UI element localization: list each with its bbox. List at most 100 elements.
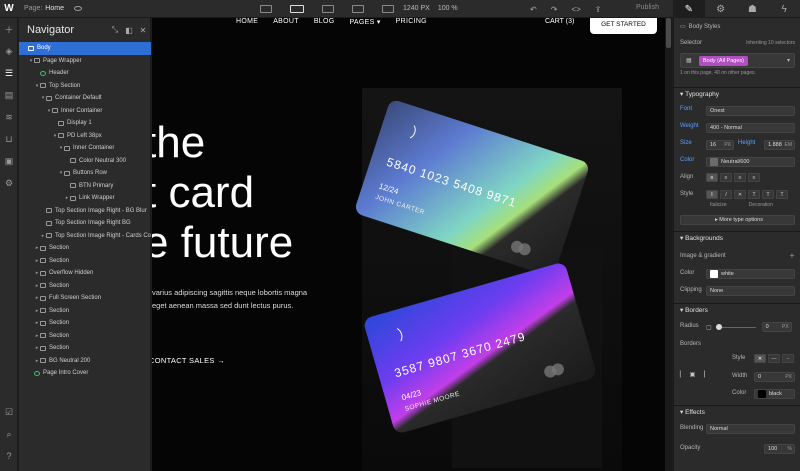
selector-menu-icon[interactable]: ▦	[686, 57, 692, 64]
ecommerce-cart-icon[interactable]: ⊔	[0, 128, 18, 150]
navigator-item[interactable]: ▸ BG Neutral 200	[19, 355, 151, 368]
clipping-select[interactable]: None	[706, 286, 795, 296]
navigator-item[interactable]: ▸ Full Screen Section	[19, 292, 151, 305]
navigator-item[interactable]: Color Neutral 300	[19, 155, 151, 168]
nav-link-about[interactable]: ABOUT	[273, 18, 299, 32]
border-all-icon[interactable]: ▣	[690, 371, 696, 378]
navigator-item[interactable]: ▸ Section	[19, 317, 151, 330]
contact-sales-link[interactable]: CONTACT SALES →	[152, 356, 225, 365]
breakpoint-desktop-icon[interactable]	[290, 5, 304, 13]
radius-input[interactable]: 0 PX	[761, 322, 792, 332]
inheriting-selectors-link[interactable]: Inheriting 10 selectors	[746, 40, 795, 46]
selector-chip[interactable]: Body (All Pages)	[699, 56, 748, 66]
selector-field[interactable]: ▦ Body (All Pages) ▾	[680, 53, 795, 68]
chevron-down-icon[interactable]: ▾	[787, 57, 790, 64]
weight-select[interactable]: 400 - Normal	[706, 123, 795, 133]
navigator-item[interactable]: Page Intro Cover	[19, 367, 151, 380]
assets-icon[interactable]: ▣	[0, 150, 18, 172]
breakpoint-mobile-icon[interactable]	[382, 5, 394, 13]
navigator-item[interactable]: ▸ Top Section Image Right - Cards Co	[19, 230, 151, 243]
align-justify-icon[interactable]: ≡	[748, 173, 760, 182]
navigator-item[interactable]: Body	[19, 42, 151, 55]
nav-link-home[interactable]: HOME	[236, 18, 258, 32]
dock-icon[interactable]: ◧	[122, 26, 136, 35]
navigator-item[interactable]: Header	[19, 67, 151, 80]
help-icon[interactable]: ?	[0, 445, 18, 467]
overline-icon[interactable]: T	[776, 190, 788, 199]
style-tab-brush-icon[interactable]: ✎	[673, 0, 705, 18]
borders-section-header[interactable]: ▾ Borders	[674, 303, 800, 316]
settings-tab-gear-icon[interactable]: ⚙	[705, 0, 737, 18]
breakpoint-large-icon[interactable]	[260, 5, 272, 13]
radius-all-icon[interactable]: ▢	[706, 324, 712, 331]
navigator-item[interactable]: ▾ Inner Container	[19, 105, 151, 118]
border-left-icon[interactable]: ▏	[680, 371, 685, 378]
code-icon[interactable]: <>	[571, 5, 580, 14]
bg-color-field[interactable]: white	[706, 269, 795, 279]
navigator-item[interactable]: Top Section Image Right BG	[19, 217, 151, 230]
audit-check-icon[interactable]: ☑	[0, 401, 18, 423]
navigator-item[interactable]: Top Section Image Right - BG Blur	[19, 205, 151, 218]
navigator-item[interactable]: ▸ Section	[19, 242, 151, 255]
height-input[interactable]: 1.888 EM	[764, 140, 795, 150]
navigator-item[interactable]: ▾ Inner Container	[19, 142, 151, 155]
more-type-options-button[interactable]: ▸ More type options	[680, 215, 795, 225]
nav-link-pricing[interactable]: PRICING	[396, 18, 427, 32]
italic-on-icon[interactable]: I	[720, 190, 732, 199]
webflow-logo-icon[interactable]: W	[0, 0, 18, 18]
underline-icon[interactable]: T	[762, 190, 774, 199]
undo-icon[interactable]: ↶	[530, 5, 537, 14]
redo-icon[interactable]: ↷	[551, 5, 558, 14]
canvas-scrollbar[interactable]	[665, 18, 672, 471]
page-selector[interactable]: Home	[45, 5, 64, 12]
align-left-icon[interactable]: ≡	[706, 173, 718, 182]
navigator-item[interactable]: ▸ Link Wrapper	[19, 192, 151, 205]
navigator-item[interactable]: ▸ Section	[19, 342, 151, 355]
decoration-none-icon[interactable]: ✕	[734, 190, 746, 199]
design-canvas[interactable]: HOME ABOUT BLOG PAGES ▾ PRICING CART (3)…	[152, 18, 672, 471]
navigator-item[interactable]: ▸ Section	[19, 305, 151, 318]
navigator-item[interactable]: BTN Primary	[19, 180, 151, 193]
interactions-tab-bolt-icon[interactable]: ϟ	[768, 0, 800, 18]
navigator-item[interactable]: Display 1	[19, 117, 151, 130]
search-icon[interactable]: ⌕	[0, 423, 18, 445]
blending-select[interactable]: Normal	[706, 424, 795, 434]
preview-eye-icon[interactable]	[73, 6, 82, 11]
opacity-input[interactable]: 100%	[764, 444, 795, 454]
scrollbar-thumb[interactable]	[666, 18, 671, 48]
navigator-item[interactable]: ▸ Section	[19, 280, 151, 293]
border-right-icon[interactable]: ▕	[700, 371, 705, 378]
typography-section-header[interactable]: ▾ Typography	[674, 87, 800, 100]
nav-link-blog[interactable]: BLOG	[314, 18, 335, 32]
navigator-item[interactable]: ▸ Section	[19, 330, 151, 343]
navigator-item[interactable]: ▸ Overflow Hidden	[19, 267, 151, 280]
border-color-field[interactable]: black	[754, 389, 795, 399]
close-icon[interactable]: ✕	[136, 26, 150, 35]
align-right-icon[interactable]: ≡	[734, 173, 746, 182]
border-dashed-icon[interactable]: ┄	[782, 354, 794, 363]
share-icon[interactable]: ⇪	[595, 5, 602, 14]
border-none-icon[interactable]: ✕	[754, 354, 766, 363]
navigator-icon[interactable]: ☰	[0, 62, 18, 84]
effects-section-header[interactable]: ▾ Effects	[674, 405, 800, 418]
navigator-item[interactable]: ▾ PD Left 38px	[19, 130, 151, 143]
navigator-item[interactable]: ▸ Section	[19, 255, 151, 268]
align-center-icon[interactable]: ≡	[720, 173, 732, 182]
font-select[interactable]: Onest	[706, 106, 795, 116]
breakpoint-tablet-icon[interactable]	[322, 5, 334, 13]
navigator-item[interactable]: ▾ Buttons Row	[19, 167, 151, 180]
breakpoint-landscape-icon[interactable]	[352, 5, 364, 13]
border-width-input[interactable]: 0 PX	[754, 372, 795, 382]
cms-icon[interactable]: ≋	[0, 106, 18, 128]
publish-button[interactable]: Publish	[636, 4, 659, 11]
strikethrough-icon[interactable]: T	[748, 190, 760, 199]
settings-gear-icon[interactable]: ⚙	[0, 172, 18, 194]
navigator-item[interactable]: ▾ Page Wrapper	[19, 55, 151, 68]
style-manager-tab-icon[interactable]: ☗	[737, 0, 769, 18]
hero-paragraph[interactable]: varius adipiscing sagittis neque loborti…	[152, 286, 317, 312]
pages-icon[interactable]: ▤	[0, 84, 18, 106]
navigator-item[interactable]: ▾ Top Section	[19, 80, 151, 93]
add-background-icon[interactable]: ＋	[789, 251, 795, 260]
add-icon[interactable]: ＋	[0, 18, 18, 40]
border-solid-icon[interactable]: —	[768, 354, 780, 363]
